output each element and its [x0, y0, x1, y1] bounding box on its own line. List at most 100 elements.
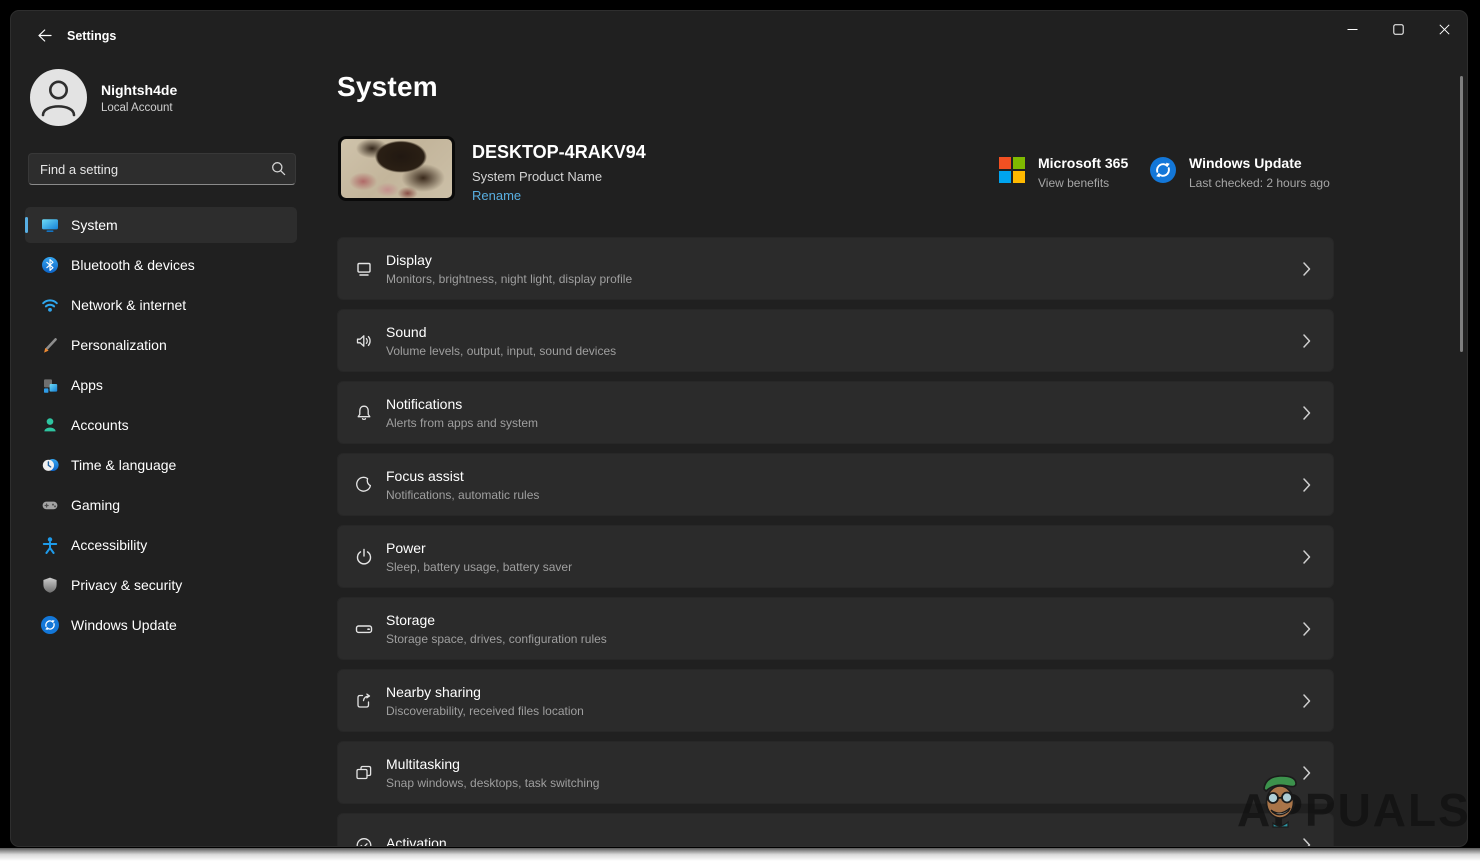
sidebar-item-system[interactable]: System: [25, 207, 297, 243]
sidebar-item-label: Network & internet: [71, 297, 186, 313]
row-title: Focus assist: [386, 468, 539, 484]
device-info: DESKTOP-4RAKV94 System Product Name Rena…: [472, 142, 646, 205]
sidebar-item-label: System: [71, 217, 118, 233]
brush-icon: [41, 336, 59, 354]
activation-check-icon: [353, 834, 377, 848]
power-icon: [353, 546, 377, 568]
minimize-button[interactable]: [1329, 11, 1375, 47]
sidebar-item-accessibility[interactable]: Accessibility: [25, 527, 297, 563]
ms365-title: Microsoft 365: [1038, 155, 1128, 171]
drive-icon: [353, 618, 377, 640]
user-name: Nightsh4de: [101, 82, 177, 98]
sidebar-nav: System Bluetooth & devices Network & int…: [25, 207, 297, 647]
chevron-right-icon: [1303, 406, 1311, 420]
sidebar-item-label: Time & language: [71, 457, 176, 473]
back-button[interactable]: [27, 19, 61, 51]
back-arrow-icon: [36, 27, 53, 44]
sound-icon: [353, 330, 377, 352]
sidebar-item-bluetooth-devices[interactable]: Bluetooth & devices: [25, 247, 297, 283]
moon-icon: [353, 474, 377, 496]
account-person-icon: [41, 416, 59, 434]
screenshot-bottom-edge: [0, 848, 1480, 861]
sidebar-item-time-language[interactable]: Time & language: [25, 447, 297, 483]
row-subtitle: Discoverability, received files location: [386, 704, 584, 718]
minimize-icon: [1347, 24, 1358, 35]
shield-icon: [41, 576, 59, 594]
device-product-name: System Product Name: [472, 169, 646, 184]
sidebar-item-label: Accounts: [71, 417, 129, 433]
scrollbar-thumb[interactable]: [1460, 76, 1463, 352]
row-subtitle: Sleep, battery usage, battery saver: [386, 560, 572, 574]
row-title: Sound: [386, 324, 616, 340]
bluetooth-icon: [41, 256, 59, 274]
ms-logo-yellow-square: [1013, 171, 1025, 183]
caption-controls: [1329, 11, 1467, 47]
sidebar-item-windows-update[interactable]: Windows Update: [25, 607, 297, 643]
search-box: [28, 153, 296, 185]
page-title: System: [337, 71, 438, 103]
settings-rows: Display Monitors, brightness, night light…: [337, 237, 1334, 847]
desktop-background: Settings Night: [0, 0, 1480, 861]
maximize-button[interactable]: [1375, 11, 1421, 47]
window-title: Settings: [67, 29, 116, 43]
settings-row-activation[interactable]: Activation: [337, 813, 1334, 847]
sidebar-item-label: Privacy & security: [71, 577, 182, 593]
sidebar-item-label: Apps: [71, 377, 103, 393]
row-title: Power: [386, 540, 572, 556]
ms365-subtitle: View benefits: [1038, 176, 1128, 190]
chevron-right-icon: [1303, 478, 1311, 492]
chevron-right-icon: [1303, 838, 1311, 848]
windows-update-icon: [1150, 157, 1176, 183]
chevron-right-icon: [1303, 550, 1311, 564]
user-profile[interactable]: Nightsh4de Local Account: [30, 69, 177, 126]
sidebar-item-label: Windows Update: [71, 617, 177, 633]
system-icon: [41, 216, 59, 234]
settings-row-multitasking[interactable]: MultitaskingSnap windows, desktops, task…: [337, 741, 1334, 804]
windows-update-icon: [41, 616, 59, 634]
ms-logo-red-square: [999, 157, 1011, 169]
user-account-type: Local Account: [101, 102, 177, 114]
sidebar-item-network-internet[interactable]: Network & internet: [25, 287, 297, 323]
settings-row-focus-assist[interactable]: Focus assistNotifications, automatic rul…: [337, 453, 1334, 516]
sidebar-item-label: Bluetooth & devices: [71, 257, 195, 273]
avatar: [30, 69, 87, 126]
close-icon: [1439, 24, 1450, 35]
sidebar-item-privacy-security[interactable]: Privacy & security: [25, 567, 297, 603]
selection-indicator: [25, 217, 28, 233]
sidebar-item-personalization[interactable]: Personalization: [25, 327, 297, 363]
row-title: Storage: [386, 612, 607, 628]
wifi-icon: [41, 296, 59, 314]
settings-row-display[interactable]: Display Monitors, brightness, night light…: [337, 237, 1334, 300]
device-thumbnail: [338, 136, 455, 201]
search-input[interactable]: [28, 153, 296, 185]
row-title: Display: [386, 252, 632, 268]
sidebar-item-gaming[interactable]: Gaming: [25, 487, 297, 523]
settings-row-notifications[interactable]: NotificationsAlerts from apps and system: [337, 381, 1334, 444]
sidebar-item-accounts[interactable]: Accounts: [25, 407, 297, 443]
close-button[interactable]: [1421, 11, 1467, 47]
sidebar-item-label: Personalization: [71, 337, 167, 353]
clock-icon: [41, 456, 59, 474]
search-icon: [271, 161, 286, 176]
accessibility-person-icon: [41, 536, 59, 554]
chevron-right-icon: [1303, 694, 1311, 708]
device-name: DESKTOP-4RAKV94: [472, 142, 646, 163]
settings-row-sound[interactable]: SoundVolume levels, output, input, sound…: [337, 309, 1334, 372]
settings-row-nearby-sharing[interactable]: Nearby sharing Discoverability, received …: [337, 669, 1334, 732]
settings-row-storage[interactable]: StorageStorage space, drives, configurat…: [337, 597, 1334, 660]
settings-row-power[interactable]: Power Sleep, battery usage, battery saver: [337, 525, 1334, 588]
row-title: Nearby sharing: [386, 684, 584, 700]
row-subtitle: Monitors, brightness, night light, displ…: [386, 272, 632, 286]
gamepad-icon: [41, 496, 59, 514]
sidebar-item-label: Accessibility: [71, 537, 147, 553]
ms-logo-blue-square: [999, 171, 1011, 183]
person-icon: [30, 69, 87, 126]
row-subtitle: Snap windows, desktops, task switching: [386, 776, 599, 790]
sidebar-item-apps[interactable]: Apps: [25, 367, 297, 403]
rename-link[interactable]: Rename: [472, 188, 521, 203]
title-bar: Settings: [11, 11, 1467, 59]
multitask-windows-icon: [353, 762, 377, 784]
windows-update-card[interactable]: Windows Update Last checked: 2 hours ago: [1150, 155, 1330, 190]
microsoft-365-card[interactable]: Microsoft 365 View benefits: [999, 155, 1128, 190]
share-icon: [353, 690, 377, 712]
